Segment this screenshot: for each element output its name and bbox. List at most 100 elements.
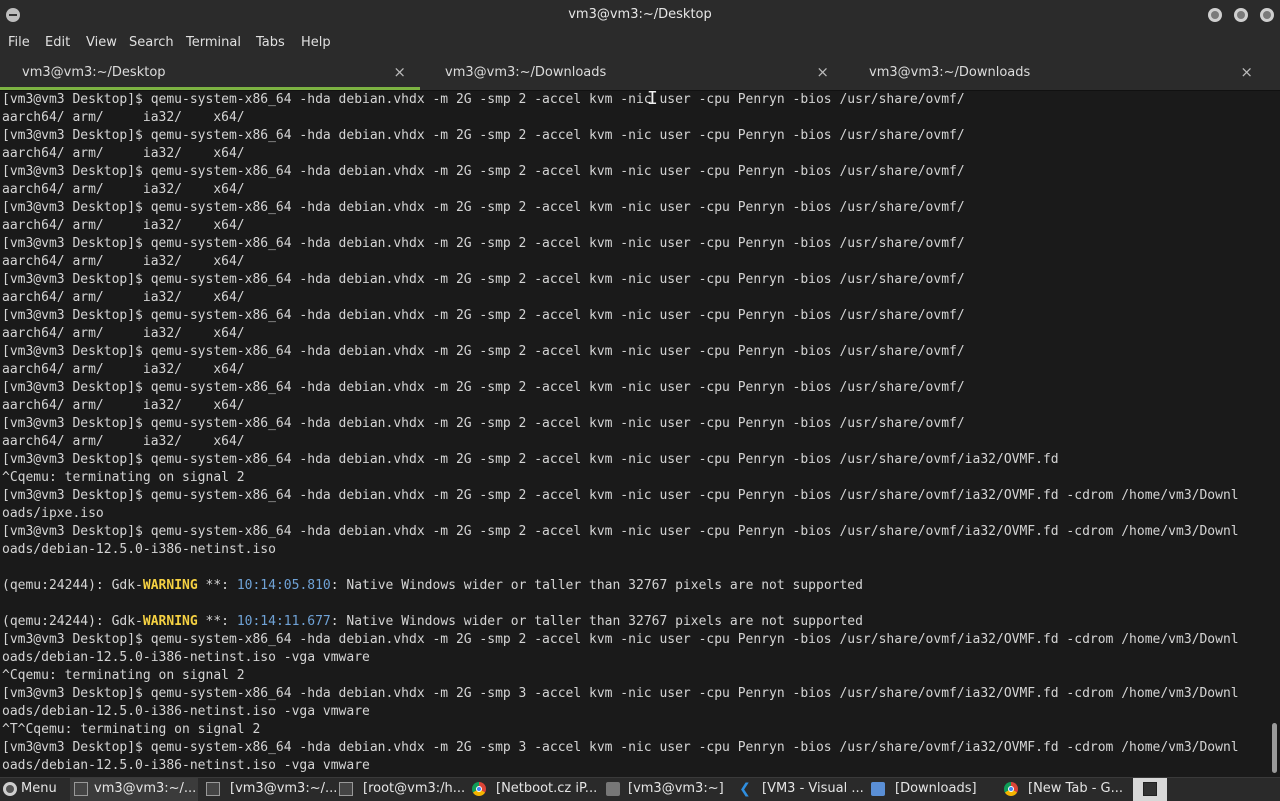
warning-stars: **:	[197, 578, 237, 593]
taskbar-item-vm3[interactable]: [vm3@vm3:~]	[602, 778, 732, 801]
tab-close-icon[interactable]: ×	[1240, 63, 1253, 81]
tab-bar: vm3@vm3:~/Desktop × vm3@vm3:~/Downloads …	[0, 56, 1280, 91]
terminal-line: oads/debian-12.5.0-i386-netinst.iso	[2, 542, 276, 557]
terminal-line: [vm3@vm3 Desktop]$ qemu-system-x86_64 -h…	[2, 416, 965, 431]
tab-close-icon[interactable]: ×	[393, 63, 406, 81]
menu-help[interactable]: Help	[301, 35, 331, 50]
terminal-line: (qemu:24244): Gdk-WARNING **: 10:14:11.6…	[2, 613, 1239, 631]
window-titlebar[interactable]: vm3@vm3:~/Desktop	[0, 0, 1280, 30]
menu-tabs[interactable]: Tabs	[256, 35, 285, 50]
taskbar-item-new-tab[interactable]: [New Tab - G...	[1000, 778, 1130, 801]
tab-label: vm3@vm3:~/Desktop	[22, 65, 166, 80]
menubar: File Edit View Search Terminal Tabs Help	[0, 30, 1280, 56]
warning-level: WARNING	[142, 614, 198, 629]
terminal-line: aarch64/ arm/ ia32/ x64/	[2, 398, 245, 413]
menu-icon	[3, 782, 17, 796]
menu-label: Menu	[21, 781, 57, 796]
terminal-line: [vm3@vm3 Desktop]$ qemu-system-x86_64 -h…	[2, 524, 1239, 539]
warning-message: : Native Windows wider or taller than 32…	[330, 614, 863, 629]
terminal-line: aarch64/ arm/ ia32/ x64/	[2, 218, 245, 233]
taskbar-item-terminal-root[interactable]: [root@vm3:/h...	[335, 778, 465, 801]
taskbar-item-label: [Downloads]	[895, 781, 977, 796]
chrome-icon	[1004, 782, 1018, 796]
tab-close-icon[interactable]: ×	[816, 63, 829, 81]
terminal-icon	[339, 782, 353, 796]
warning-message: : Native Windows wider or taller than 32…	[330, 578, 863, 593]
terminal-lines: [vm3@vm3 Desktop]$ qemu-system-x86_64 -h…	[2, 91, 1239, 775]
terminal-line: [vm3@vm3 Desktop]$ qemu-system-x86_64 -h…	[2, 92, 965, 107]
terminal-line: [vm3@vm3 Desktop]$ qemu-system-x86_64 -h…	[2, 344, 965, 359]
menu-terminal[interactable]: Terminal	[186, 35, 241, 50]
warning-level: WARNING	[142, 578, 198, 593]
terminal-line: aarch64/ arm/ ia32/ x64/	[2, 326, 245, 341]
window-title: vm3@vm3:~/Desktop	[568, 7, 712, 22]
terminal-line: [vm3@vm3 Desktop]$ qemu-system-x86_64 -h…	[2, 632, 1239, 647]
terminal-line: oads/ipxe.iso	[2, 506, 104, 521]
terminal-line: ^Cqemu: terminating on signal 2	[2, 668, 245, 683]
taskbar: Menu vm3@vm3:~/... [vm3@vm3:~/... [root@…	[0, 777, 1280, 801]
taskbar-item-label: [vm3@vm3:~/...	[230, 781, 338, 796]
tab-downloads-1[interactable]: vm3@vm3:~/Downloads ×	[423, 56, 843, 90]
taskbar-item-terminal-2[interactable]: [vm3@vm3:~/...	[202, 778, 337, 801]
terminal-line: aarch64/ arm/ ia32/ x64/	[2, 254, 245, 269]
terminal-line: aarch64/ arm/ ia32/ x64/	[2, 362, 245, 377]
folder-icon	[871, 782, 885, 796]
minimize-icon[interactable]	[1208, 8, 1222, 22]
maximize-icon[interactable]	[1234, 8, 1248, 22]
terminal-icon	[206, 782, 220, 796]
terminal-line: [vm3@vm3 Desktop]$ qemu-system-x86_64 -h…	[2, 686, 1239, 701]
terminal-line: aarch64/ arm/ ia32/ x64/	[2, 146, 245, 161]
terminal-line: [vm3@vm3 Desktop]$ qemu-system-x86_64 -h…	[2, 452, 1059, 467]
taskbar-item-vscode[interactable]: ❮ [VM3 - Visual ...	[734, 778, 864, 801]
menu-view[interactable]: View	[86, 35, 117, 50]
terminal-line: (qemu:24244): Gdk-WARNING **: 10:14:05.8…	[2, 577, 1239, 595]
tab-label: vm3@vm3:~/Downloads	[869, 65, 1031, 80]
terminal-line: oads/debian-12.5.0-i386-netinst.iso -vga…	[2, 650, 370, 665]
terminal-line: [vm3@vm3 Desktop]$ qemu-system-x86_64 -h…	[2, 740, 1239, 755]
warning-time: 10:14:11.677	[236, 614, 331, 629]
scrollbar-thumb[interactable]	[1272, 723, 1277, 773]
terminal-scrollbar[interactable]	[1271, 91, 1277, 777]
taskbar-item-label: [New Tab - G...	[1028, 781, 1123, 796]
taskbar-item-terminal-desktop[interactable]: vm3@vm3:~/...	[70, 778, 198, 801]
taskbar-item-downloads[interactable]: [Downloads]	[867, 778, 997, 801]
warning-time: 10:14:05.810	[236, 578, 331, 593]
close-window-icon[interactable]	[1260, 8, 1274, 22]
terminal-line: [vm3@vm3 Desktop]$ qemu-system-x86_64 -h…	[2, 488, 1239, 503]
tab-desktop[interactable]: vm3@vm3:~/Desktop ×	[0, 56, 420, 90]
terminal-line: [vm3@vm3 Desktop]$ qemu-system-x86_64 -h…	[2, 380, 965, 395]
terminal-line: aarch64/ arm/ ia32/ x64/	[2, 434, 245, 449]
terminal-output[interactable]: [vm3@vm3 Desktop]$ qemu-system-x86_64 -h…	[0, 91, 1280, 777]
terminal-line: [vm3@vm3 Desktop]$ qemu-system-x86_64 -h…	[2, 308, 965, 323]
terminal-line: [vm3@vm3 Desktop]$ qemu-system-x86_64 -h…	[2, 272, 965, 287]
menu-edit[interactable]: Edit	[45, 35, 70, 50]
terminal-line: oads/debian-12.5.0-i386-netinst.iso -vga…	[2, 704, 370, 719]
text-cursor-icon: I	[647, 88, 658, 109]
terminal-line: aarch64/ arm/ ia32/ x64/	[2, 110, 245, 125]
terminal-line: [vm3@vm3 Desktop]$ qemu-system-x86_64 -h…	[2, 164, 965, 179]
terminal-line: [vm3@vm3 Desktop]$ qemu-system-x86_64 -h…	[2, 200, 965, 215]
taskbar-item-label: [Netboot.cz iP...	[496, 781, 598, 796]
warning-prefix: (qemu:24244): Gdk-	[2, 578, 143, 593]
start-menu-button[interactable]: Menu	[0, 778, 64, 801]
menu-search[interactable]: Search	[129, 35, 174, 50]
taskbar-item-label: [root@vm3:/h...	[363, 781, 466, 796]
terminal-launcher[interactable]	[1133, 778, 1167, 801]
tab-downloads-2[interactable]: vm3@vm3:~/Downloads ×	[847, 56, 1267, 90]
terminal-line: aarch64/ arm/ ia32/ x64/	[2, 182, 245, 197]
warning-stars: **:	[197, 614, 237, 629]
window-icon	[606, 782, 620, 796]
terminal-icon	[74, 782, 88, 796]
tab-label: vm3@vm3:~/Downloads	[445, 65, 607, 80]
warning-prefix: (qemu:24244): Gdk-	[2, 614, 143, 629]
taskbar-item-netboot[interactable]: [Netboot.cz iP...	[468, 778, 602, 801]
menu-file[interactable]: File	[8, 35, 30, 50]
taskbar-item-label: [vm3@vm3:~]	[628, 781, 724, 796]
taskbar-item-label: [VM3 - Visual ...	[762, 781, 864, 796]
terminal-line: oads/debian-12.5.0-i386-netinst.iso -vga…	[2, 758, 370, 773]
terminal-line: [vm3@vm3 Desktop]$ qemu-system-x86_64 -h…	[2, 128, 965, 143]
terminal-icon	[1143, 782, 1157, 796]
terminal-line: ^T^Cqemu: terminating on signal 2	[2, 722, 261, 737]
